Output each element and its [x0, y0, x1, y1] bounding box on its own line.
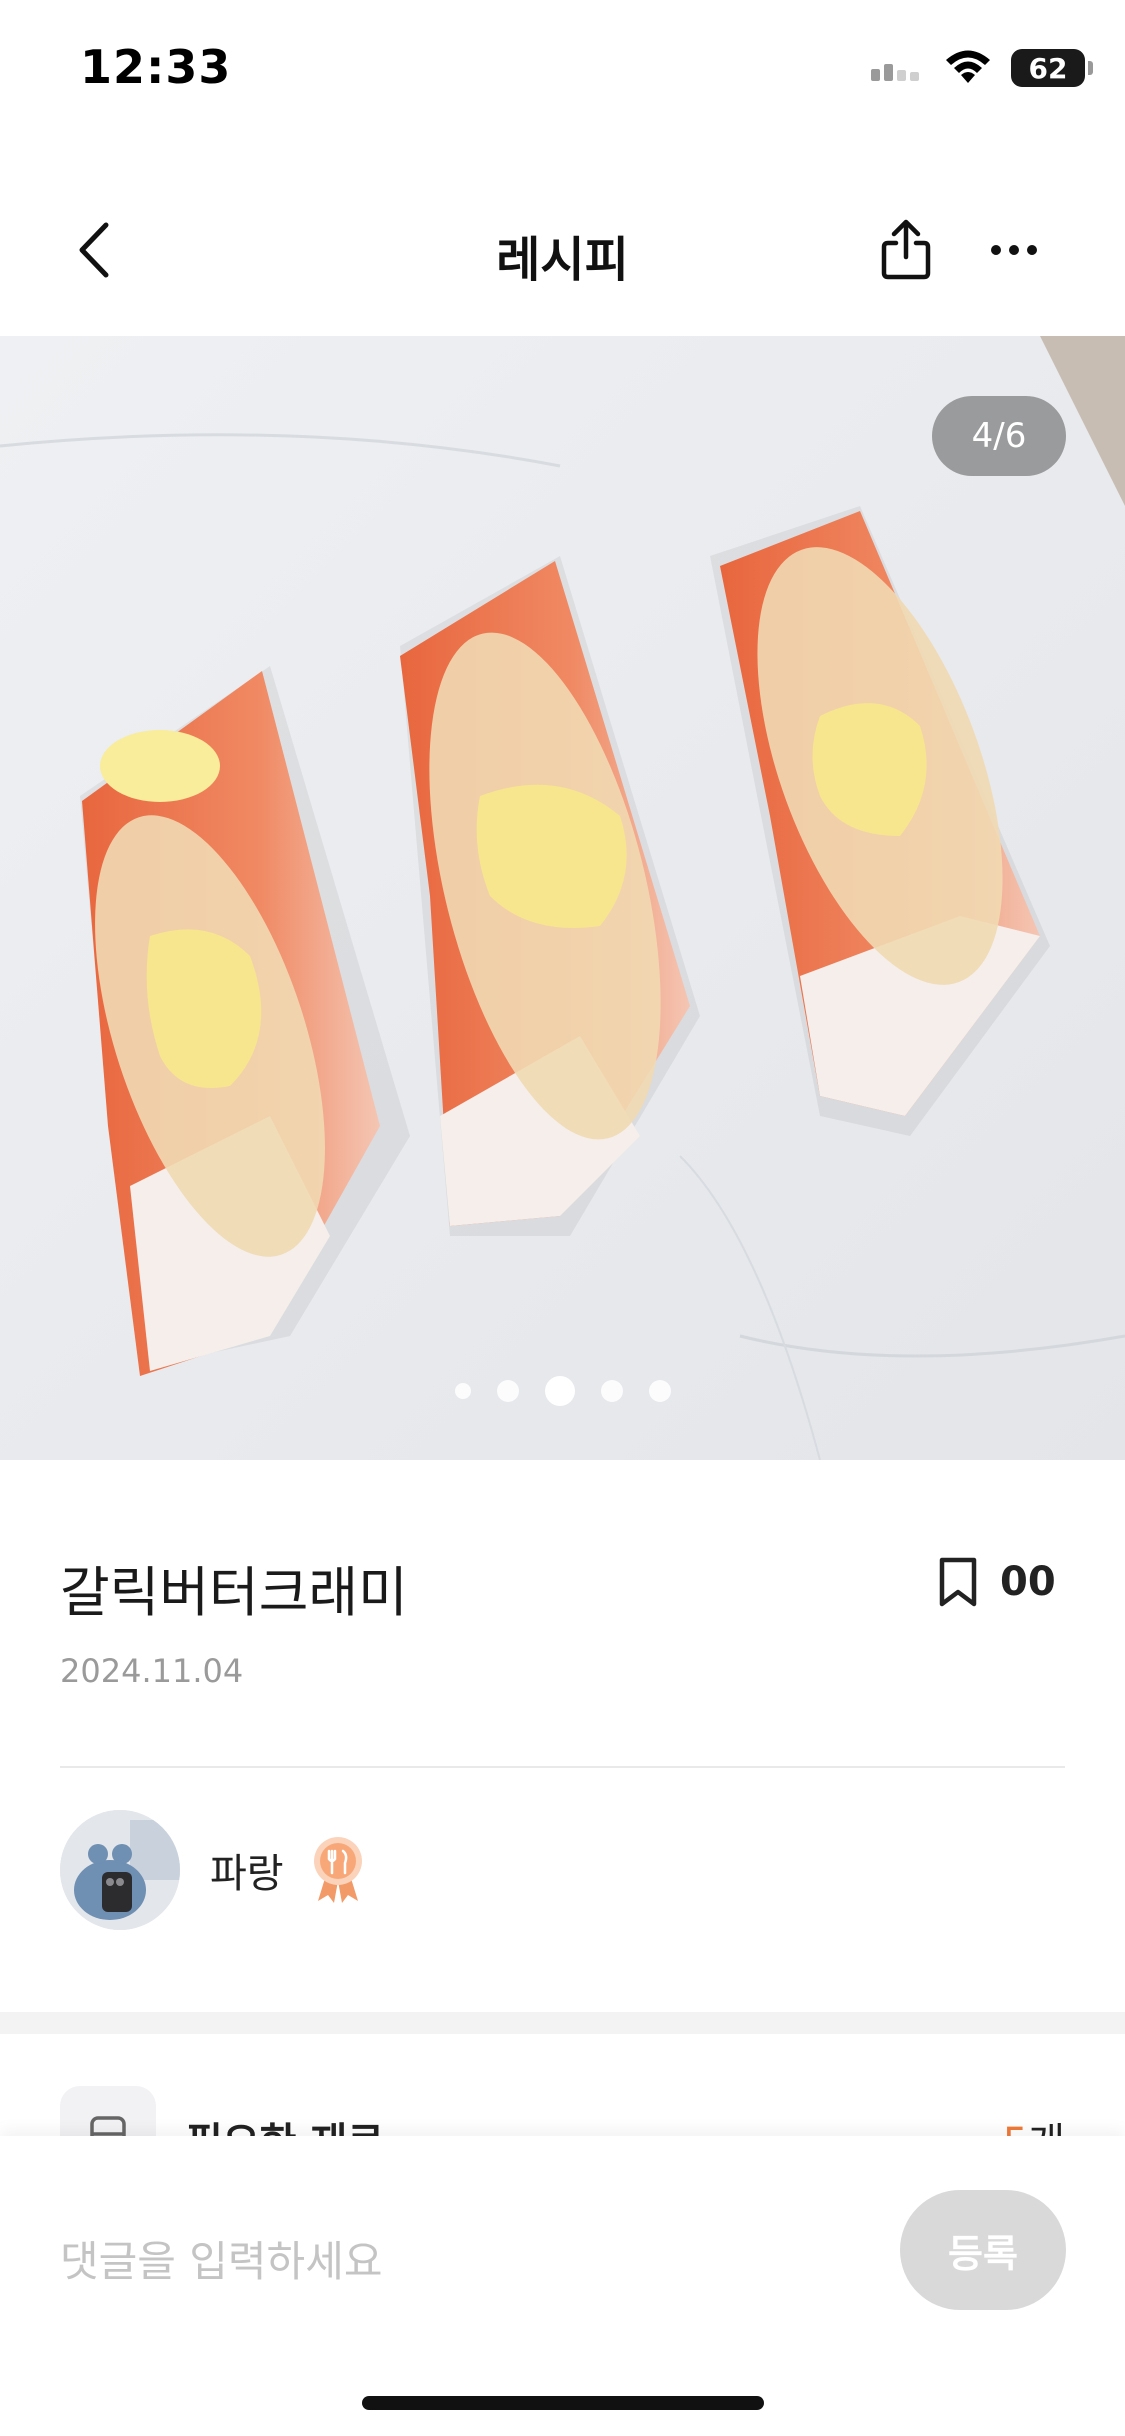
carousel-dot[interactable] — [600, 1380, 623, 1402]
comment-input[interactable] — [60, 2216, 860, 2306]
chef-medal-icon — [313, 1837, 362, 1903]
ingredients-section-header[interactable]: 필요한 재료 5개 — [0, 2060, 1125, 2182]
author-name[interactable]: 파랑 — [210, 1841, 284, 1899]
page-title: 레시피 — [496, 232, 629, 288]
comment-bar: 등록 — [0, 2136, 1125, 2436]
comment-submit-button[interactable]: 등록 — [900, 2190, 1066, 2310]
carousel-pagination-dots[interactable] — [0, 1376, 1125, 1406]
bookmark-button[interactable]: 00 — [936, 1552, 1056, 1612]
avatar-photo — [60, 1810, 180, 1930]
carousel-dot[interactable] — [648, 1380, 671, 1402]
carousel-dot[interactable] — [496, 1380, 519, 1402]
back-chevron-icon — [79, 222, 109, 278]
section-separator — [0, 2012, 1125, 2034]
author-row[interactable]: 파랑 — [60, 1810, 366, 1930]
recipe-photo — [0, 336, 1125, 1460]
avatar[interactable] — [60, 1810, 180, 1930]
battery-icon: 62 — [1011, 49, 1093, 87]
more-button[interactable] — [976, 210, 1052, 290]
share-button[interactable] — [868, 210, 944, 290]
wifi-icon — [946, 50, 990, 83]
more-icon — [991, 245, 1037, 255]
recipe-title: 갈릭버터크래미 — [60, 1561, 408, 1624]
status-bar: 12:33 62 — [0, 0, 1125, 140]
nav-bar: 레시피 — [0, 190, 1125, 310]
share-icon — [881, 219, 931, 280]
status-time: 12:33 — [80, 40, 232, 94]
bookmark-icon — [939, 1557, 977, 1607]
recipe-photo-carousel[interactable]: 4/6 — [0, 336, 1125, 1460]
back-button[interactable] — [56, 212, 132, 288]
carousel-dot[interactable] — [454, 1383, 471, 1399]
bookmark-count: 00 — [1000, 1559, 1056, 1605]
divider — [60, 1766, 1065, 1768]
image-page-counter: 4/6 — [932, 396, 1066, 476]
carousel-dot-active[interactable] — [544, 1376, 575, 1406]
signal-icon — [871, 64, 919, 81]
status-icons: 62 — [869, 44, 1093, 92]
home-indicator[interactable] — [362, 2396, 764, 2410]
recipe-date: 2024.11.04 — [60, 1652, 244, 1690]
